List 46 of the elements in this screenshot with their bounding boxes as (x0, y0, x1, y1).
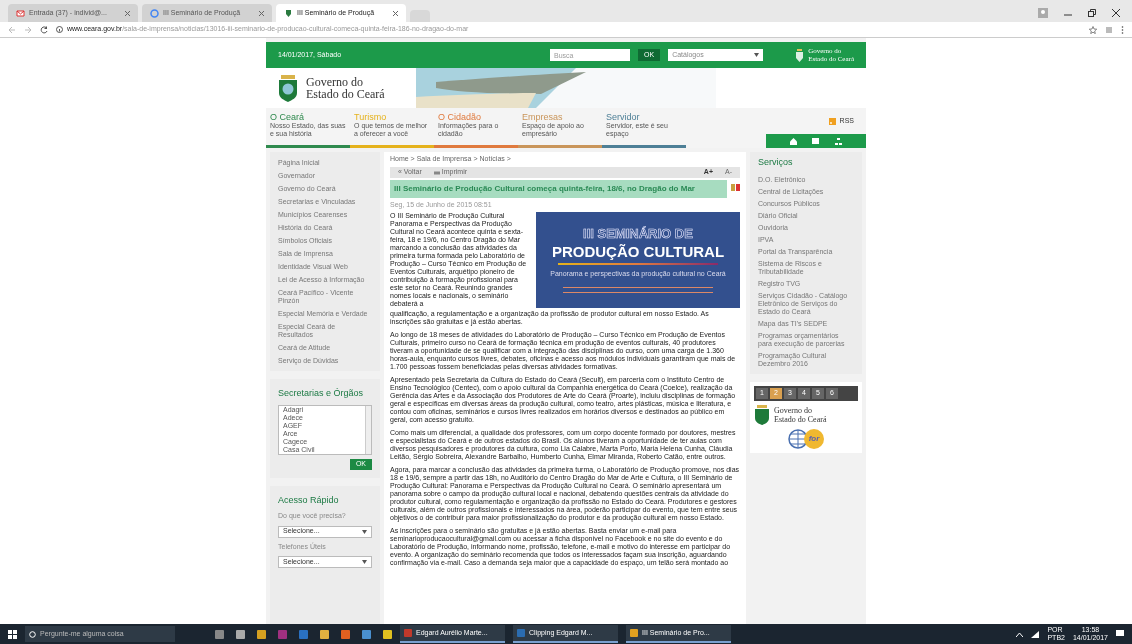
coat-of-arms-icon (278, 74, 298, 102)
rss-icon (828, 117, 836, 125)
app-icon[interactable] (236, 629, 245, 639)
network-icon[interactable] (1031, 630, 1040, 638)
app-icon[interactable] (320, 629, 329, 639)
star-icon[interactable] (1089, 25, 1097, 34)
page-icon (150, 8, 159, 18)
search-icon (29, 630, 36, 638)
site-logo-title: Governo do (306, 76, 364, 88)
sitemap-icon[interactable] (835, 137, 843, 145)
close-icon[interactable] (1112, 9, 1120, 17)
app-icon[interactable] (362, 629, 371, 639)
mail-icon (16, 8, 25, 18)
site-logo-title: Estado do Ceará (306, 88, 385, 100)
app-icon[interactable] (341, 629, 350, 639)
caret-icon (362, 560, 367, 564)
chevron-up-icon[interactable] (1016, 631, 1024, 637)
panel-title: Secretarias e Órgãos (278, 387, 365, 400)
caret-icon (754, 53, 760, 57)
info-icon (56, 26, 63, 33)
logo-text: Estado do Ceará (774, 414, 827, 424)
logo-text: Governo do (774, 405, 813, 415)
app-icon[interactable] (215, 629, 224, 639)
page-icon (284, 8, 293, 18)
globe-icon (788, 428, 808, 449)
reload-icon[interactable] (40, 25, 48, 34)
notification-icon[interactable] (1116, 630, 1124, 638)
seal-icon (795, 48, 805, 62)
mail-icon[interactable] (812, 138, 820, 144)
article-title: III Seminário de Produção Cultural começa quinta-feira, 18/6, no Dragão do Mar (390, 179, 727, 198)
panel-title: Acesso Rápido (278, 493, 340, 507)
close-icon[interactable] (393, 10, 398, 16)
panel-title: Serviços (758, 156, 794, 169)
app-icon[interactable] (383, 629, 392, 639)
banner-heading: III SEMINÁRIO DE (583, 226, 693, 240)
printer-icon (433, 169, 440, 175)
banner-heading: PRODUÇÃO CULTURAL (551, 243, 725, 259)
menu-icon[interactable] (1121, 25, 1124, 34)
restore-icon[interactable] (1088, 9, 1096, 17)
caret-icon (362, 529, 367, 534)
app-icon[interactable] (257, 629, 266, 639)
home-icon[interactable] (789, 137, 797, 145)
windows-icon[interactable] (8, 629, 17, 639)
user-icon (1038, 8, 1048, 18)
coat-of-arms-icon (754, 404, 770, 425)
logo-badge: for (804, 428, 824, 449)
